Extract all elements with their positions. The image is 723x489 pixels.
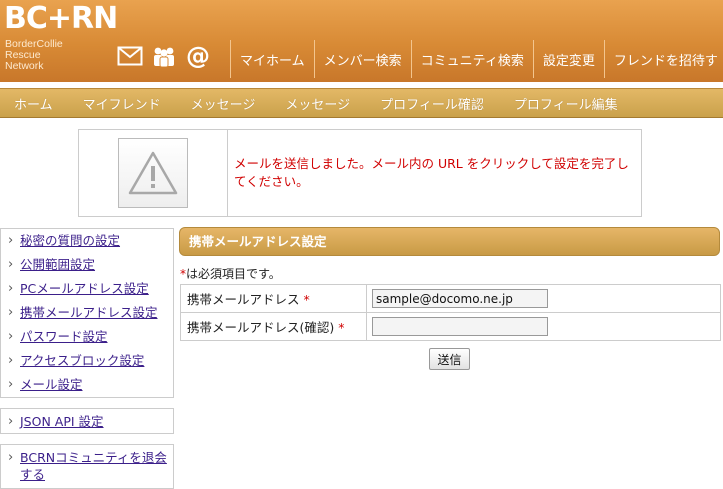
logo-wordmark: BC+RN — [4, 1, 118, 36]
sidebar-item-mail-settings: メール設定 — [1, 376, 173, 400]
site-header: BC+RN BorderCollie Rescue Network @ マイホー… — [0, 0, 723, 82]
sub-nav-my-friends[interactable]: マイフレンド — [83, 94, 161, 113]
email-label: 携帯メールアドレス * — [180, 284, 367, 313]
top-nav-invite-friend[interactable]: フレンドを招待す — [603, 40, 722, 78]
top-nav-member-search[interactable]: メンバー検索 — [313, 40, 411, 78]
at-sign-icon[interactable]: @ — [184, 43, 212, 69]
submit-button[interactable]: 送信 — [429, 348, 470, 370]
sub-nav-messages-2[interactable]: メッセージ — [285, 94, 350, 113]
svg-text:@: @ — [186, 44, 210, 68]
logo-subtitle: BorderCollie Rescue Network — [5, 38, 63, 72]
sidebar-item-access-block: アクセスブロック設定 — [1, 352, 173, 376]
notice-message: メールを送信しました。メール内の URL をクリックして設定を完了してください。 — [234, 156, 629, 189]
api-sidebar: JSON API 設定 — [0, 408, 174, 434]
form-row-email-confirm: 携帯メールアドレス(確認) * — [180, 312, 721, 341]
sub-nav-profile-view[interactable]: プロフィール確認 — [380, 94, 484, 113]
top-nav: マイホーム メンバー検索 コミュニティ検索 設定変更 フレンドを招待す — [230, 40, 722, 78]
sidebar-item-json-api: JSON API 設定 — [1, 413, 173, 437]
sidebar-link-public-range[interactable]: 公開範囲設定 — [20, 257, 95, 272]
sidebar-item-leave-community: BCRNコミュニティを退会する — [1, 449, 169, 489]
email-confirm-cell — [366, 312, 721, 341]
sidebar-link-password[interactable]: パスワード設定 — [20, 329, 108, 344]
required-note: *は必須項目です。 — [180, 267, 281, 281]
top-nav-my-home[interactable]: マイホーム — [230, 40, 314, 78]
sidebar-item-public-range: 公開範囲設定 — [1, 256, 173, 280]
mobile-email-form: 携帯メールアドレス * 携帯メールアドレス(確認) * — [180, 284, 721, 341]
sidebar-link-json-api[interactable]: JSON API 設定 — [20, 414, 104, 429]
header-icon-group: @ — [116, 42, 212, 70]
mobile-email-input[interactable] — [372, 289, 548, 308]
email-confirm-label: 携帯メールアドレス(確認) * — [180, 312, 367, 341]
top-nav-community-search[interactable]: コミュニティ検索 — [410, 40, 533, 78]
notice-icon-cell — [79, 130, 228, 216]
email-cell — [366, 284, 721, 313]
sub-nav-home[interactable]: ホーム — [14, 94, 53, 113]
sidebar-link-access-block[interactable]: アクセスブロック設定 — [20, 353, 144, 368]
sidebar-link-pc-email[interactable]: PCメールアドレス設定 — [20, 281, 149, 296]
sidebar-link-secret-question[interactable]: 秘密の質問の設定 — [20, 233, 120, 248]
people-icon[interactable] — [150, 43, 178, 69]
sidebar-item-pc-email: PCメールアドレス設定 — [1, 280, 173, 304]
sidebar-item-password: パスワード設定 — [1, 328, 173, 352]
leave-sidebar: BCRNコミュニティを退会する — [0, 444, 174, 489]
sidebar-link-mail-settings[interactable]: メール設定 — [20, 377, 83, 392]
sub-nav-profile-edit[interactable]: プロフィール編集 — [514, 94, 618, 113]
mobile-email-confirm-input[interactable] — [372, 317, 548, 336]
settings-sidebar: 秘密の質問の設定 公開範囲設定 PCメールアドレス設定 携帯メールアドレス設定 … — [0, 228, 174, 398]
form-row-email: 携帯メールアドレス * — [180, 284, 721, 313]
sub-nav: ホーム マイフレンド メッセージ メッセージ プロフィール確認 プロフィール編集 — [0, 88, 723, 118]
envelope-icon[interactable] — [116, 43, 144, 69]
form-title: 携帯メールアドレス設定 — [179, 227, 720, 256]
sidebar-item-secret-question: 秘密の質問の設定 — [1, 232, 173, 256]
warning-icon — [118, 138, 188, 208]
site-logo[interactable]: BC+RN BorderCollie Rescue Network — [4, 2, 118, 80]
sidebar-item-mobile-email: 携帯メールアドレス設定 — [1, 304, 173, 328]
notice-box: メールを送信しました。メール内の URL をクリックして設定を完了してください。 — [78, 129, 642, 217]
top-nav-settings[interactable]: 設定変更 — [532, 40, 604, 78]
sidebar-link-mobile-email[interactable]: 携帯メールアドレス設定 — [20, 305, 158, 320]
sub-nav-messages[interactable]: メッセージ — [191, 94, 256, 113]
sidebar-link-leave-community[interactable]: BCRNコミュニティを退会する — [20, 450, 167, 482]
